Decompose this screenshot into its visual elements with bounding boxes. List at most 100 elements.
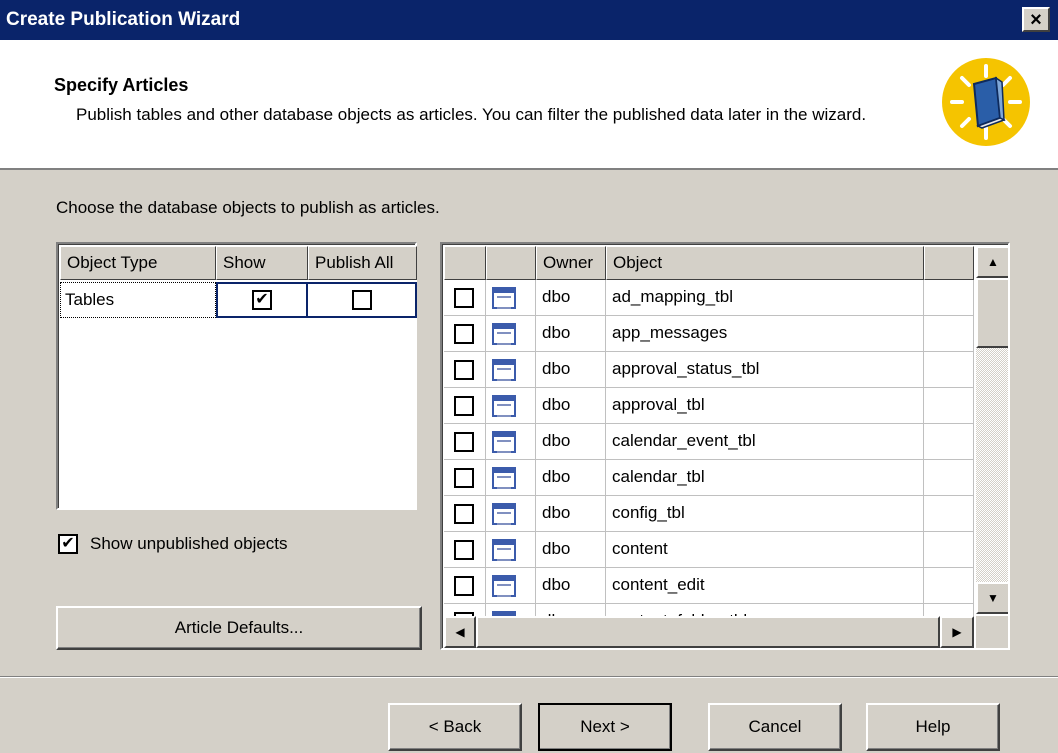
row-object-name: content	[606, 532, 924, 568]
table-icon	[492, 431, 516, 453]
column-header-object[interactable]: Object	[606, 246, 924, 280]
row-icon-cell	[486, 460, 536, 496]
publish-all-checkbox[interactable]	[351, 290, 372, 310]
help-button[interactable]: Help	[866, 703, 1000, 751]
row-icon-cell	[486, 568, 536, 604]
vertical-scrollbar[interactable]: ▲ ▼	[976, 246, 1008, 614]
row-select-checkbox[interactable]	[454, 468, 474, 488]
row-icon-cell	[486, 604, 536, 616]
show-cell[interactable]: ✔	[216, 282, 308, 318]
row-owner: dbo	[536, 424, 606, 460]
row-extra-cell	[924, 604, 974, 616]
show-checkbox[interactable]: ✔	[252, 290, 272, 310]
column-header-owner[interactable]: Owner	[536, 246, 606, 280]
row-select-cell[interactable]	[444, 460, 486, 496]
title-bar[interactable]: Create Publication Wizard ×	[0, 0, 1058, 40]
table-row[interactable]: dbo content_edit	[444, 568, 974, 604]
row-select-checkbox[interactable]	[454, 288, 474, 308]
row-object-name: calendar_tbl	[606, 460, 924, 496]
row-select-checkbox[interactable]	[454, 324, 474, 344]
article-grid-body: Owner Object dbo ad_mapping_tbl dbo app_mes…	[444, 246, 974, 616]
table-row[interactable]: dbo content	[444, 532, 974, 568]
row-object-name: approval_tbl	[606, 388, 924, 424]
column-header-show[interactable]: Show	[216, 246, 308, 280]
row-select-checkbox[interactable]	[454, 576, 474, 596]
column-header-publish-all[interactable]: Publish All	[308, 246, 417, 280]
article-rows: dbo ad_mapping_tbl dbo app_messages dbo appro…	[444, 280, 974, 616]
row-select-cell[interactable]	[444, 496, 486, 532]
row-extra-cell	[924, 280, 974, 316]
row-select-checkbox[interactable]	[454, 396, 474, 416]
horizontal-scrollbar[interactable]: ◀ ▶	[444, 616, 974, 648]
row-select-cell[interactable]	[444, 280, 486, 316]
row-select-checkbox[interactable]	[454, 360, 474, 380]
wizard-header: Specify Articles Publish tables and othe…	[0, 40, 1058, 170]
publish-all-cell[interactable]	[308, 282, 417, 318]
row-select-checkbox[interactable]	[454, 504, 474, 524]
row-select-cell[interactable]	[444, 532, 486, 568]
object-type-header: Object Type Show Publish All	[60, 246, 417, 280]
show-unpublished-checkbox[interactable]: ✔	[58, 534, 78, 554]
row-select-checkbox[interactable]	[454, 432, 474, 452]
row-object-name: config_tbl	[606, 496, 924, 532]
row-icon-cell	[486, 496, 536, 532]
row-select-cell[interactable]	[444, 316, 486, 352]
table-icon	[492, 503, 516, 525]
table-row[interactable]: dbo calendar_tbl	[444, 460, 974, 496]
page-title: Specify Articles	[54, 75, 189, 95]
scroll-down-button[interactable]: ▼	[976, 582, 1008, 614]
article-defaults-button[interactable]: Article Defaults...	[56, 606, 422, 650]
row-select-cell[interactable]	[444, 352, 486, 388]
row-object-name: content_edit	[606, 568, 924, 604]
object-type-name: Tables	[60, 282, 216, 318]
page-description: Publish tables and other database object…	[76, 105, 867, 124]
row-icon-cell	[486, 532, 536, 568]
row-owner: dbo	[536, 496, 606, 532]
row-owner: dbo	[536, 316, 606, 352]
table-icon	[492, 323, 516, 345]
arrow-right-icon: ▶	[952, 625, 962, 639]
table-row[interactable]: dbo approval_tbl	[444, 388, 974, 424]
wizard-window: Create Publication Wizard × Specify Arti…	[0, 0, 1058, 753]
row-select-cell[interactable]	[444, 568, 486, 604]
table-row[interactable]: dbo approval_status_tbl	[444, 352, 974, 388]
column-header-select[interactable]	[444, 246, 486, 280]
row-select-cell[interactable]	[444, 424, 486, 460]
row-select-checkbox[interactable]	[454, 540, 474, 560]
close-button[interactable]: ×	[1022, 7, 1050, 32]
table-icon	[492, 395, 516, 417]
column-header-extra[interactable]	[924, 246, 974, 280]
row-select-cell[interactable]	[444, 388, 486, 424]
back-button[interactable]: < Back	[388, 703, 522, 751]
show-unpublished-label[interactable]: Show unpublished objects	[90, 534, 288, 554]
column-header-icon[interactable]	[486, 246, 536, 280]
table-icon	[492, 287, 516, 309]
row-extra-cell	[924, 568, 974, 604]
table-row[interactable]: dbo config_tbl	[444, 496, 974, 532]
show-unpublished-option[interactable]: ✔ Show unpublished objects	[58, 534, 288, 554]
table-row[interactable]: dbo calendar_event_tbl	[444, 424, 974, 460]
vertical-scroll-thumb[interactable]	[976, 278, 1008, 348]
next-button[interactable]: Next >	[538, 703, 672, 751]
horizontal-scroll-thumb[interactable]	[476, 616, 940, 648]
row-icon-cell	[486, 388, 536, 424]
row-owner: dbo	[536, 460, 606, 496]
object-type-row-tables[interactable]: Tables ✔	[60, 282, 417, 318]
scroll-right-button[interactable]: ▶	[940, 616, 974, 648]
table-row[interactable]: dbo app_messages	[444, 316, 974, 352]
scroll-up-button[interactable]: ▲	[976, 246, 1008, 278]
row-icon-cell	[486, 280, 536, 316]
table-icon	[492, 467, 516, 489]
table-icon	[492, 359, 516, 381]
article-grid-header: Owner Object	[444, 246, 974, 280]
article-grid[interactable]: Owner Object dbo ad_mapping_tbl dbo app_mes…	[440, 242, 1010, 650]
table-row[interactable]: dbocontent_folder_tbl	[444, 604, 974, 616]
table-icon	[492, 539, 516, 561]
row-select-cell[interactable]	[444, 604, 486, 616]
table-row[interactable]: dbo ad_mapping_tbl	[444, 280, 974, 316]
object-type-grid[interactable]: Object Type Show Publish All Tables ✔	[56, 242, 417, 510]
scroll-left-button[interactable]: ◀	[444, 616, 476, 648]
cancel-button[interactable]: Cancel	[708, 703, 842, 751]
row-icon-cell	[486, 352, 536, 388]
column-header-object-type[interactable]: Object Type	[60, 246, 216, 280]
